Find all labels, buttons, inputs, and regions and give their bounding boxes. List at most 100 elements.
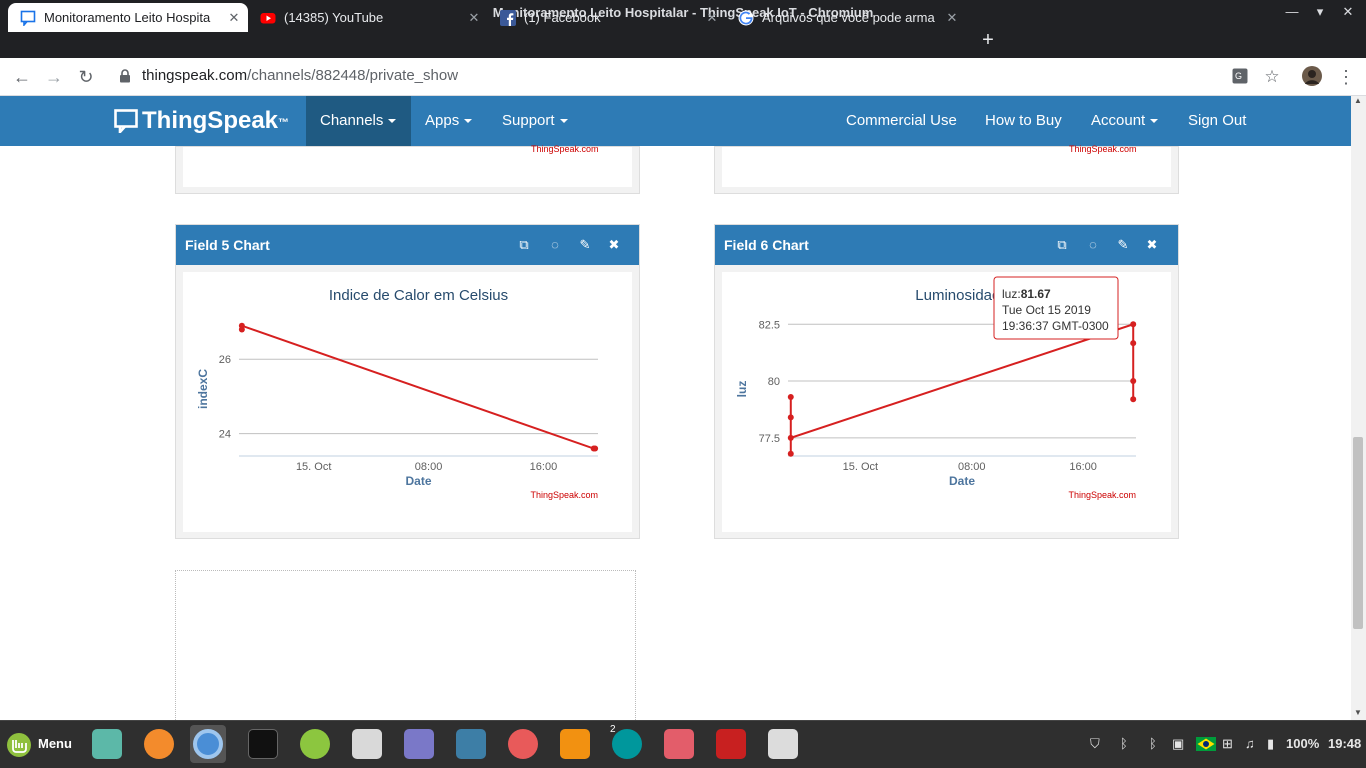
translate-icon[interactable]: G <box>1232 68 1248 84</box>
close-icon[interactable]: ✖ <box>1144 225 1160 265</box>
panel-header: Field 6 Chart <box>715 225 1178 265</box>
nav-commercial-use[interactable]: Commercial Use <box>832 96 971 146</box>
clipboard-icon[interactable]: ▣ <box>1172 720 1184 768</box>
network-icon[interactable]: ⊞ <box>1222 720 1233 768</box>
bluetooth-status-icon[interactable]: ᛒ <box>1149 720 1157 768</box>
nav-channels[interactable]: Channels <box>306 96 411 146</box>
url-host: thingspeak.com <box>142 67 248 84</box>
calculator-icon <box>300 729 330 759</box>
credit-link[interactable]: ThingSpeak.com <box>531 144 599 154</box>
y-tick-label: 77.5 <box>759 433 780 445</box>
tab-title: (1) Facebook <box>524 10 601 25</box>
avatar[interactable] <box>1302 66 1322 86</box>
panel-title: Field 6 Chart <box>724 237 809 253</box>
nav-commercial-label: Commercial Use <box>846 112 957 129</box>
credit-link[interactable]: ThingSpeak.com <box>1069 144 1137 154</box>
y-axis-label: indexC <box>196 369 210 409</box>
sound-icon[interactable]: ♫ <box>1245 720 1255 768</box>
back-icon[interactable]: ← <box>10 65 34 89</box>
battery-percent: 100% <box>1286 736 1320 751</box>
new-tab-icon[interactable]: + <box>978 28 998 52</box>
data-point <box>787 434 794 441</box>
close-window-icon[interactable]: ✕ <box>1334 0 1362 26</box>
pencil-icon[interactable]: ✎ <box>1115 225 1131 265</box>
y-tick-label: 24 <box>219 429 231 441</box>
settings-toggle-icon <box>352 729 382 759</box>
text-editor-app[interactable] <box>401 725 437 763</box>
nav-apps[interactable]: Apps <box>411 96 486 146</box>
panel-header: Field 5 Chart <box>176 225 639 265</box>
youtube-icon <box>260 13 276 24</box>
scroll-down-icon[interactable]: ▼ <box>1354 708 1362 717</box>
panel-field6: Field 6 Chart ⧉ ◌ ✎ ✖ Luminosidade 77.5 80… <box>714 224 1179 539</box>
tab-thingspeak[interactable]: Monitoramento Leito Hospita ✕ <box>8 3 248 32</box>
nav-account[interactable]: Account <box>1077 96 1172 146</box>
scrollbar-thumb[interactable] <box>1353 437 1363 629</box>
x-tick-label: 16:00 <box>1069 461 1097 473</box>
external-link-icon[interactable]: ⧉ <box>1054 225 1070 265</box>
caret-down-icon <box>559 119 568 124</box>
bluetooth-icon[interactable]: ᛒ <box>1120 720 1128 768</box>
forward-icon[interactable]: → <box>42 65 66 89</box>
close-tab-icon[interactable]: ✕ <box>944 3 960 32</box>
chart-area: ThingSpeak.com <box>722 144 1171 187</box>
tab-title: Arquivos que você pode arma <box>762 10 935 25</box>
close-tab-icon[interactable]: ✕ <box>466 3 482 32</box>
nav-how-to-buy[interactable]: How to Buy <box>971 96 1076 146</box>
address-toolbar: ← → ↻ thingspeak.com/channels/882448/pri… <box>0 58 1366 96</box>
readers-app[interactable] <box>505 725 541 763</box>
mint-menu-icon[interactable] <box>6 732 32 758</box>
thingspeak-logo[interactable]: ThingSpeak™ <box>142 107 289 135</box>
menu-kebab-icon[interactable]: ⋮ <box>1334 65 1358 89</box>
close-tab-icon[interactable]: ✕ <box>704 3 720 32</box>
fritzing-icon <box>716 729 746 759</box>
terminal-icon <box>248 729 278 759</box>
restore-icon[interactable]: ▾ <box>1306 0 1334 26</box>
glasses-icon <box>508 729 538 759</box>
text-editor-icon <box>404 729 434 759</box>
firefox-app[interactable] <box>141 725 177 763</box>
chart-area: Indice de Calor em Celsius 24 26 15. Oct 08:… <box>183 272 632 532</box>
clock[interactable]: 19:48 <box>1328 720 1361 768</box>
comment-icon[interactable]: ◌ <box>547 225 563 265</box>
image-viewer-app[interactable] <box>661 725 697 763</box>
url-field[interactable]: thingspeak.com/channels/882448/private_s… <box>142 61 1202 91</box>
panel-field5: Field 5 Chart ⧉ ◌ ✎ ✖ Indice de Calor em… <box>175 224 640 539</box>
x-tick-label: 15. Oct <box>296 461 331 473</box>
credit-label: ThingSpeak.com <box>1068 490 1136 500</box>
add-widget-placeholder[interactable] <box>175 570 636 730</box>
update-manager-app[interactable] <box>453 725 489 763</box>
pencil-icon[interactable]: ✎ <box>577 225 593 265</box>
document-app[interactable] <box>765 725 801 763</box>
tab-facebook[interactable]: (1) Facebook ✕ <box>488 3 726 32</box>
terminal-app[interactable] <box>245 725 281 763</box>
fritzing-app[interactable] <box>713 725 749 763</box>
bookmark-star-icon[interactable]: ☆ <box>1260 65 1284 89</box>
facebook-icon <box>500 10 516 26</box>
media-player-app[interactable] <box>557 725 593 763</box>
close-tab-icon[interactable]: ✕ <box>226 3 242 32</box>
thingspeak-logo-icon[interactable] <box>114 109 138 133</box>
close-icon[interactable]: ✖ <box>606 225 622 265</box>
calculator-app[interactable] <box>297 725 333 763</box>
scroll-up-icon[interactable]: ▲ <box>1354 96 1362 105</box>
nav-support[interactable]: Support <box>488 96 582 146</box>
comment-icon[interactable]: ◌ <box>1085 225 1101 265</box>
shield-icon[interactable]: ⛉ <box>1090 720 1100 768</box>
tab-google[interactable]: Arquivos que você pode arma ✕ <box>726 3 966 32</box>
caret-down-icon <box>1150 119 1159 124</box>
files-app[interactable] <box>89 725 125 763</box>
settings-app[interactable] <box>349 725 385 763</box>
tab-youtube[interactable]: (14385) YouTube ✕ <box>248 3 488 32</box>
menu-label[interactable]: Menu <box>38 720 72 768</box>
nav-apps-label: Apps <box>425 112 460 129</box>
external-link-icon[interactable]: ⧉ <box>516 225 532 265</box>
field6-chart: Luminosidade77.58082.515. Oct 08:00 16:00D… <box>735 276 1137 500</box>
nav-sign-out[interactable]: Sign Out <box>1174 96 1260 146</box>
minimize-icon[interactable]: — <box>1278 0 1306 26</box>
chromium-app[interactable] <box>190 725 226 763</box>
battery-icon[interactable]: ▮ <box>1267 720 1274 768</box>
reload-icon[interactable]: ↻ <box>74 65 98 89</box>
brazil-flag-icon[interactable] <box>1196 737 1216 751</box>
image-icon <box>664 729 694 759</box>
